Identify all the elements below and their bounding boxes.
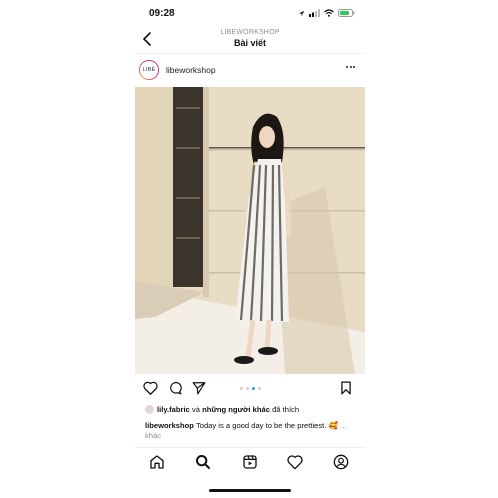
likes-summary: lily.fabric và những người khác đã thích	[145, 405, 299, 414]
caption-username[interactable]: libeworkshop	[145, 421, 194, 430]
signal-icon	[309, 9, 320, 17]
liker-avatar[interactable]	[145, 405, 154, 414]
carousel-dot	[245, 387, 249, 390]
likes-suffix: đã thích	[272, 405, 300, 414]
more-options-icon[interactable]	[346, 66, 355, 68]
header-divider	[135, 53, 365, 54]
wifi-icon	[324, 9, 334, 17]
carousel-indicator	[135, 387, 365, 390]
page-title: Bài viết	[233, 38, 266, 48]
post-username[interactable]: libeworkshop	[166, 65, 216, 75]
status-time: 09:28	[149, 8, 175, 19]
liker-username[interactable]: lily.fabric	[157, 405, 190, 414]
likes-and: và	[191, 405, 200, 414]
reels-icon[interactable]	[242, 454, 258, 470]
likes-others-link[interactable]: những người khác	[202, 405, 270, 414]
carousel-dot-active	[251, 387, 255, 390]
activity-heart-icon[interactable]	[287, 454, 303, 470]
nav-divider	[135, 447, 365, 448]
post-avatar[interactable]: LIBÉ	[139, 60, 159, 80]
profile-icon[interactable]	[333, 454, 349, 470]
header-account-name: LIBEWORKSHOP	[220, 29, 280, 36]
home-icon[interactable]	[149, 454, 165, 470]
carousel-dot	[239, 387, 243, 390]
battery-icon	[338, 9, 355, 17]
save-bookmark-icon[interactable]	[340, 381, 352, 395]
phone-screen: 09:28 LIBEWORKSHOP Bài viết LIBÉ libewor…	[135, 0, 365, 498]
location-icon	[298, 10, 305, 16]
post-caption: libeworkshop Today is a good day to be t…	[145, 421, 355, 441]
carousel-dot	[257, 387, 261, 390]
status-icons	[298, 9, 355, 17]
post-photo[interactable]	[135, 87, 365, 374]
caption-text: Today is a good day to be the prettiest.…	[195, 421, 338, 430]
home-indicator	[209, 489, 291, 492]
avatar-logo-text: LIBÉ	[140, 61, 158, 79]
search-icon[interactable]	[195, 454, 211, 470]
